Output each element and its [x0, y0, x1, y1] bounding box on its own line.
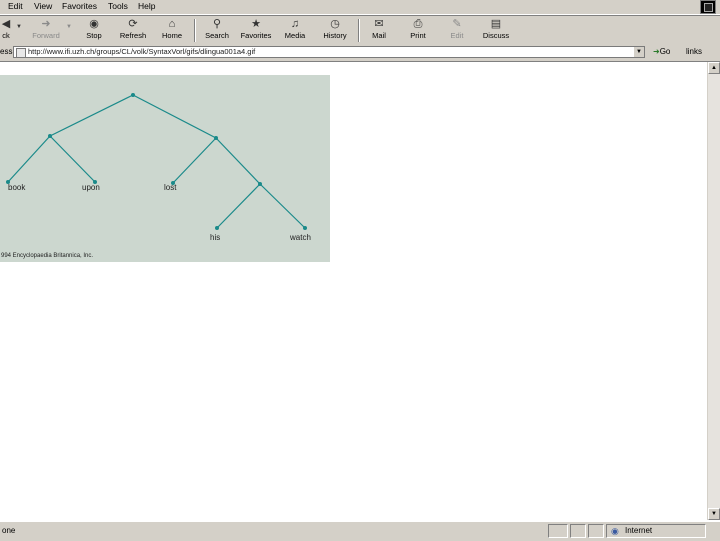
forward-dropdown[interactable]: ▼ [64, 17, 74, 44]
back-button[interactable]: ◀ ck [0, 17, 12, 44]
windows-logo-icon [700, 0, 716, 14]
syntax-tree-diagram: book upon lost his watch 994 Encyclopaed… [1, 93, 311, 259]
history-icon: ◷ [330, 18, 340, 30]
status-pane [570, 524, 586, 538]
menu-favorites[interactable]: Favorites [60, 0, 99, 12]
media-icon: ♫ [290, 18, 300, 30]
stop-button[interactable]: ◉ Stop [78, 17, 110, 44]
address-input[interactable]: http://www.ifi.uzh.ch/groups/CL/volk/Syn… [13, 46, 645, 58]
dropdown-arrow-icon: ▼ [16, 24, 22, 30]
tree-node [48, 134, 52, 138]
address-bar: ess http://www.ifi.uzh.ch/groups/CL/volk… [0, 45, 720, 62]
toolbar-separator [358, 19, 360, 42]
stop-icon: ◉ [89, 18, 99, 30]
discuss-button[interactable]: ▤ Discuss [478, 17, 514, 44]
tree-edge [216, 183, 261, 229]
vertical-scrollbar[interactable]: ▲ ▼ [707, 62, 720, 520]
status-pane [548, 524, 568, 538]
address-url[interactable]: http://www.ifi.uzh.ch/groups/CL/volk/Syn… [28, 47, 255, 57]
menu-view[interactable]: View [32, 0, 54, 12]
syntax-tree-image: book upon lost his watch 994 Encyclopaed… [0, 75, 330, 262]
copyright-notice: 994 Encyclopaedia Britannica, Inc. [1, 253, 93, 259]
home-button[interactable]: ⌂ Home [156, 17, 188, 44]
tree-node [215, 226, 219, 230]
page-icon [16, 48, 26, 58]
refresh-icon: ⟳ [128, 18, 138, 30]
menu-bar: Edit View Favorites Tools Help [0, 0, 720, 15]
mail-icon: ✉ [374, 18, 384, 30]
favorites-icon: ★ [251, 18, 261, 30]
chevron-down-icon[interactable]: ▼ [634, 47, 644, 57]
scroll-down-button[interactable]: ▼ [708, 508, 720, 520]
tree-word-lost: lost [164, 183, 177, 192]
tree-node [258, 182, 262, 186]
tree-edge [172, 137, 217, 184]
go-button[interactable]: ➜Go [653, 47, 670, 56]
search-button[interactable]: ⚲ Search [200, 17, 234, 44]
toolbar: ◀ ck ▼ ➜ Forward ▼ ◉ Stop ⟳ Refresh ⌂ Ho… [0, 15, 720, 46]
print-button[interactable]: ⎙ Print [402, 17, 434, 44]
printer-icon: ⎙ [413, 18, 423, 30]
edit-icon: ✎ [452, 18, 462, 30]
tree-edge [49, 94, 134, 137]
history-button[interactable]: ◷ History [318, 17, 352, 44]
tree-node [303, 226, 307, 230]
menu-edit[interactable]: Edit [6, 0, 25, 12]
tree-word-book: book [8, 183, 26, 192]
tree-edge [259, 183, 306, 229]
tree-edge [132, 94, 217, 139]
tree-word-his: his [210, 233, 220, 242]
address-label: ess [0, 47, 13, 56]
chevron-down-icon: ▼ [711, 511, 717, 517]
tree-word-watch: watch [289, 233, 311, 242]
back-arrow-icon: ◀ [1, 18, 11, 30]
mail-button[interactable]: ✉ Mail [364, 17, 394, 44]
back-dropdown[interactable]: ▼ [14, 17, 24, 44]
links-button[interactable]: links [686, 47, 702, 56]
scroll-up-button[interactable]: ▲ [708, 62, 720, 74]
tree-word-upon: upon [82, 183, 100, 192]
edit-button[interactable]: ✎ Edit [442, 17, 472, 44]
discuss-icon: ▤ [490, 18, 502, 30]
status-text: one [2, 526, 16, 535]
zone-pane: ◉ Internet [606, 524, 706, 538]
menu-tools[interactable]: Tools [106, 0, 130, 12]
tree-edge [49, 135, 96, 183]
toolbar-separator [194, 19, 196, 42]
internet-globe-icon: ◉ [611, 526, 619, 536]
chevron-up-icon: ▲ [711, 65, 717, 71]
search-icon: ⚲ [212, 18, 222, 30]
tree-edge [7, 135, 51, 183]
status-bar: one ◉ Internet [0, 521, 720, 541]
status-pane [588, 524, 604, 538]
refresh-button[interactable]: ⟳ Refresh [114, 17, 152, 44]
dropdown-arrow-icon: ▼ [66, 24, 72, 30]
go-arrow-icon: ➜ [653, 47, 660, 56]
tree-edge [215, 137, 261, 185]
media-button[interactable]: ♫ Media [280, 17, 310, 44]
favorites-button[interactable]: ★ Favorites [236, 17, 276, 44]
forward-button[interactable]: ➜ Forward [26, 17, 66, 44]
home-icon: ⌂ [168, 18, 176, 30]
tree-node [214, 136, 218, 140]
forward-arrow-icon: ➜ [41, 18, 51, 30]
menu-help[interactable]: Help [136, 0, 157, 12]
tree-node [131, 93, 135, 97]
zone-label: Internet [625, 526, 653, 535]
